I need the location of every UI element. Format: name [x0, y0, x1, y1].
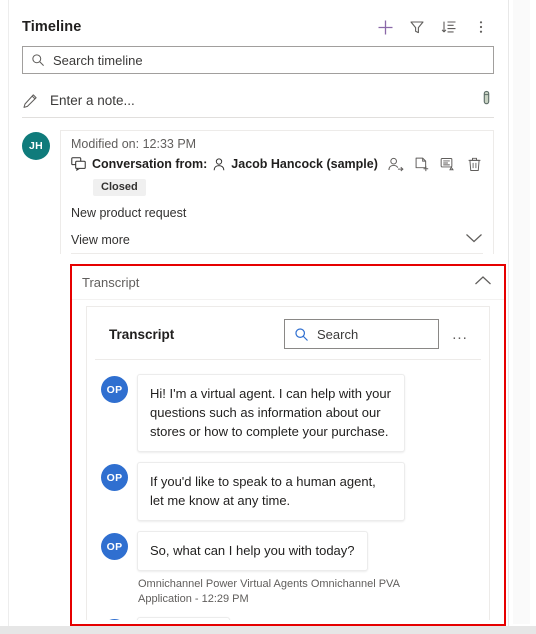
message-bubble: Store hours	[137, 617, 231, 620]
message-bubble: Hi! I'm a virtual agent. I can help with…	[137, 374, 405, 452]
activity-subject-line: Conversation from: Jacob Hancock (sample…	[71, 155, 483, 173]
transcript-section-label: Transcript	[82, 275, 140, 290]
list-item: OP So, what can I help you with today? O…	[101, 531, 475, 607]
view-more-button[interactable]: View more	[71, 232, 483, 254]
avatar: OP	[101, 464, 128, 491]
transcript-message-list: OP Hi! I'm a virtual agent. I can help w…	[87, 360, 489, 620]
activity-description: New product request	[71, 206, 187, 220]
chevron-up-icon-glyph	[475, 275, 491, 284]
avatar: CU	[101, 619, 128, 620]
right-panel-shade	[513, 0, 530, 624]
chevron-down-icon-glyph	[466, 234, 482, 243]
view-more-label: View more	[71, 232, 130, 247]
timeline-entry: JH Modified on: 12:33 PM Conversation fr…	[22, 130, 494, 254]
transcript-search-input[interactable]: Search	[284, 319, 439, 349]
message-bubble: So, what can I help you with today?	[137, 531, 368, 571]
add-note-icon[interactable]	[439, 155, 457, 173]
transcript-section-header[interactable]: Transcript	[72, 266, 504, 300]
activity-subject-label: Conversation from:	[92, 157, 208, 171]
more-options-icon-glyph	[479, 21, 483, 33]
transcript-search-placeholder: Search	[317, 326, 359, 342]
conversation-icon	[71, 157, 86, 171]
filter-icon-glyph	[410, 21, 424, 34]
sort-descending-icon[interactable]	[434, 12, 464, 42]
search-icon	[32, 54, 44, 66]
message-column: Hi! I'm a virtual agent. I can help with…	[137, 374, 475, 452]
list-item: CU Store hours	[101, 617, 475, 620]
search-timeline-placeholder: Search timeline	[53, 52, 143, 68]
transcript-card-header: Transcript Search ...	[95, 307, 481, 360]
convert-to-case-icon-glyph	[415, 157, 429, 171]
search-timeline-wrap: Search timeline	[10, 46, 506, 74]
filter-icon[interactable]	[402, 12, 432, 42]
activity-card-body: Modified on: 12:33 PM Conversation from:	[61, 131, 493, 254]
more-options-icon[interactable]	[466, 12, 496, 42]
modified-on-text: Modified on: 12:33 PM	[71, 137, 197, 151]
right-side-panel-edge	[508, 0, 536, 634]
avatar: OP	[101, 376, 128, 403]
timeline-toolbar	[370, 12, 496, 42]
enter-note-placeholder: Enter a note...	[50, 93, 135, 108]
message-bubble: If you'd like to speak to a human agent,…	[137, 462, 405, 521]
transcript-card: Transcript Search ... OP Hi! I'm a virtu…	[86, 306, 490, 620]
ellipsis-icon[interactable]: ...	[449, 323, 471, 345]
sort-descending-icon-glyph	[441, 21, 456, 33]
assign-icon[interactable]	[387, 155, 405, 173]
avatar: OP	[101, 533, 128, 560]
transcript-highlight-region: Transcript Transcript Search ... OP Hi! …	[70, 264, 506, 626]
paperclip-icon-glyph	[483, 90, 490, 105]
assign-icon-glyph	[388, 157, 404, 171]
app-page: Timeline Search timeline Enter a note...…	[0, 0, 536, 634]
search-timeline-input[interactable]: Search timeline	[22, 46, 494, 74]
convert-to-case-icon[interactable]	[413, 155, 431, 173]
list-item: OP If you'd like to speak to a human age…	[101, 462, 475, 521]
status-badge: Closed	[93, 179, 146, 196]
left-rail	[0, 0, 9, 634]
message-column: If you'd like to speak to a human agent,…	[137, 462, 475, 521]
add-note-icon-glyph	[440, 157, 454, 170]
list-item: OP Hi! I'm a virtual agent. I can help w…	[101, 374, 475, 452]
chevron-up-icon[interactable]	[474, 274, 492, 292]
message-column: So, what can I help you with today? Omni…	[137, 531, 475, 607]
bottom-strip	[0, 626, 536, 634]
message-column: Store hours	[137, 617, 475, 620]
add-icon-glyph	[378, 20, 392, 34]
pencil-icon	[23, 93, 37, 108]
avatar: JH	[22, 132, 50, 160]
search-icon	[295, 327, 308, 341]
page-title: Timeline	[22, 19, 82, 35]
activity-actions	[387, 155, 483, 173]
add-icon[interactable]	[370, 12, 400, 42]
message-meta: Omnichannel Power Virtual Agents Omnicha…	[138, 578, 400, 605]
person-icon	[214, 157, 225, 170]
transcript-card-title: Transcript	[109, 326, 175, 342]
enter-note-row[interactable]: Enter a note...	[22, 84, 494, 118]
paperclip-icon[interactable]	[479, 90, 494, 111]
timeline-header: Timeline	[10, 8, 506, 46]
activity-card: Modified on: 12:33 PM Conversation from:	[60, 130, 494, 254]
delete-icon-glyph	[468, 157, 480, 171]
activity-contact-name[interactable]: Jacob Hancock (sample)	[231, 157, 378, 171]
chevron-down-icon	[465, 232, 483, 247]
delete-icon[interactable]	[465, 155, 483, 173]
